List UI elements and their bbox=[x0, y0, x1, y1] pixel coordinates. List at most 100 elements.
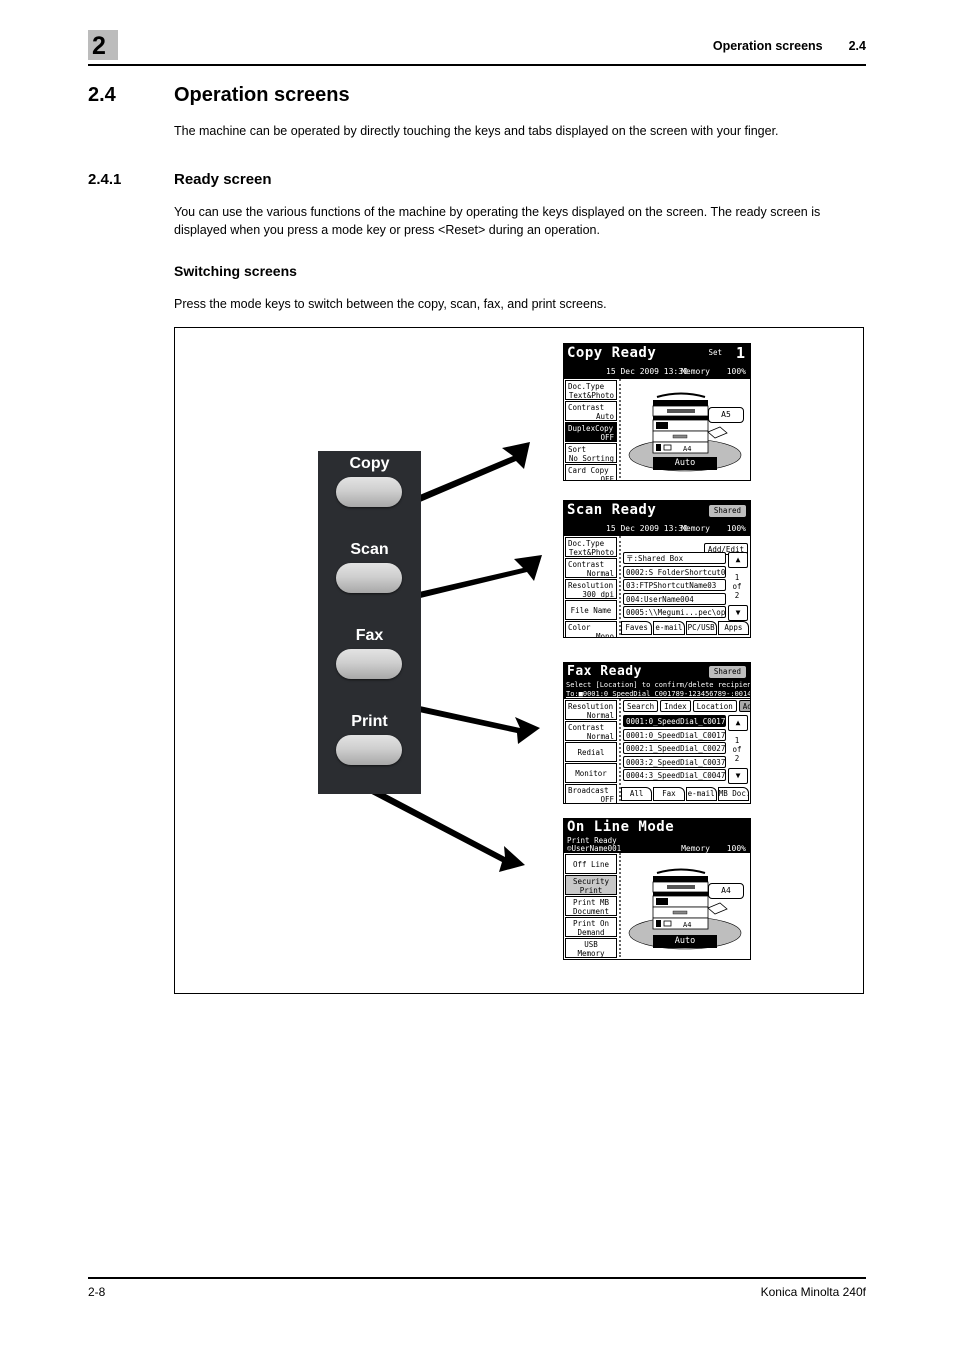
mode-key-fax[interactable] bbox=[336, 649, 402, 679]
scan-body: Doc.Type Text&Photo Contrast Normal Reso… bbox=[564, 536, 750, 637]
tab-mb-doc[interactable]: MB Doc. bbox=[717, 787, 749, 801]
print-security-line1: Security bbox=[572, 877, 610, 886]
header-divider bbox=[88, 64, 866, 66]
svg-text:A4: A4 bbox=[683, 921, 691, 929]
mode-key-label-print: Print bbox=[351, 713, 388, 730]
copy-doctype-value: Text&Photo bbox=[568, 391, 614, 400]
copy-datetime: 15 Dec 2009 13:30 bbox=[606, 367, 688, 376]
scan-side-button-color[interactable]: Color Mono bbox=[565, 621, 617, 637]
print-auto-button[interactable]: Auto bbox=[653, 935, 717, 948]
fax-side-button-contrast[interactable]: Contrast Normal bbox=[565, 721, 617, 741]
fax-add-edit-button[interactable]: Add/Edit bbox=[738, 700, 750, 712]
table-row[interactable]: 0004:3_SpeedDial_C004789- bbox=[623, 769, 726, 781]
table-row[interactable]: 0003:2_SpeedDial_C003789- bbox=[623, 755, 726, 768]
print-side-button-print-on-demand[interactable]: Print On Demand bbox=[565, 917, 617, 937]
copy-side-button-sort[interactable]: Sort No Sorting bbox=[565, 443, 617, 463]
print-security-line2: Print bbox=[579, 886, 603, 895]
print-side-button-usb-memory[interactable]: USB Memory bbox=[565, 938, 617, 958]
table-row[interactable]: 0001:0_SpeedDial_C001789- bbox=[623, 728, 726, 741]
scan-side-button-filename[interactable]: File Name bbox=[565, 600, 617, 620]
print-side-button-security-print[interactable]: Security Print bbox=[565, 875, 617, 895]
copy-side-button-duplexcopy[interactable]: DuplexCopy OFF bbox=[565, 422, 617, 442]
mode-key-print[interactable] bbox=[336, 735, 402, 765]
fax-location-button[interactable]: Location bbox=[692, 700, 737, 712]
tab-all[interactable]: All bbox=[621, 787, 653, 801]
copy-side-button-doctype[interactable]: Doc.Type Text&Photo bbox=[565, 380, 617, 400]
mode-key-copy[interactable] bbox=[336, 477, 402, 507]
copy-auto-button[interactable]: Auto bbox=[653, 457, 717, 470]
copy-paper-tag[interactable]: A5 bbox=[708, 407, 744, 423]
fax-index-button[interactable]: Index bbox=[660, 700, 691, 712]
scan-contrast-label: Contrast bbox=[568, 560, 605, 569]
tab-pc-usb[interactable]: PC/USB bbox=[685, 621, 717, 635]
scan-doctype-value: Text&Photo bbox=[568, 548, 614, 557]
copy-sort-label: Sort bbox=[568, 445, 587, 454]
list-item[interactable]: 03:FTPShortcutName03 bbox=[623, 579, 726, 591]
print-side-panel: Off Line Security Print Print MB Documen… bbox=[564, 853, 621, 958]
copy-memory-label: Memory bbox=[681, 367, 710, 376]
table-row[interactable]: 0001:0_SpeedDial_C001789- bbox=[623, 715, 726, 727]
scan-side-button-resolution[interactable]: Resolution 300 dpi bbox=[565, 579, 617, 599]
fax-side-button-broadcast[interactable]: Broadcast OFF bbox=[565, 784, 617, 803]
scan-side-button-doctype[interactable]: Doc.Type Text&Photo bbox=[565, 537, 617, 557]
tab-fax[interactable]: Fax bbox=[653, 787, 685, 801]
scan-page-indicator: 1 of 2 bbox=[728, 573, 746, 600]
section-number-2-4-1: 2.4.1 bbox=[88, 171, 122, 188]
list-item[interactable]: 004:UserName004 bbox=[623, 592, 726, 605]
print-side-button-print-mb-document[interactable]: Print MB Document bbox=[565, 896, 617, 916]
header-section-title: Operation screens bbox=[712, 39, 823, 53]
copy-duplex-label: DuplexCopy bbox=[568, 424, 614, 433]
scroll-down-icon[interactable]: ▼ bbox=[728, 768, 748, 784]
fax-side-button-redial[interactable]: Redial bbox=[565, 742, 617, 762]
copy-cardcopy-value: OFF bbox=[600, 475, 614, 481]
fax-side-button-resolution[interactable]: Resolution Normal bbox=[565, 700, 617, 720]
print-demand-line2: Demand bbox=[577, 928, 605, 937]
fax-screen-title: Fax Ready bbox=[567, 664, 642, 679]
fax-search-button[interactable]: Search bbox=[623, 700, 659, 712]
lcd-copy-ready: Copy Ready Set 1 15 Dec 2009 13:30 Memor… bbox=[563, 343, 751, 481]
footer-product-name: Konica Minolta 240f bbox=[760, 1285, 866, 1299]
fax-shared-badge[interactable]: Shared bbox=[707, 665, 747, 679]
copy-side-button-cardcopy[interactable]: Card Copy OFF bbox=[565, 464, 617, 481]
intro-paragraph: The machine can be operated by directly … bbox=[174, 124, 779, 138]
print-body: Off Line Security Print Print MB Documen… bbox=[564, 853, 750, 958]
print-side-button-offline[interactable]: Off Line bbox=[565, 854, 617, 874]
scroll-up-icon[interactable]: ▲ bbox=[728, 715, 748, 731]
copy-side-button-contrast[interactable]: Contrast Auto bbox=[565, 401, 617, 421]
tab-faves[interactable]: Faves bbox=[621, 621, 653, 635]
fax-side-button-monitor[interactable]: Monitor bbox=[565, 763, 617, 783]
copy-memory-value: 100% bbox=[726, 367, 746, 376]
copy-status-bar: 15 Dec 2009 13:30 Memory 100% bbox=[564, 366, 750, 379]
lcd-online-mode: On Line Mode Print Ready ☺UserName001 Me… bbox=[563, 818, 751, 960]
copy-doctype-label: Doc.Type bbox=[568, 382, 605, 391]
page-title: Operation screens bbox=[174, 84, 350, 106]
scroll-up-icon[interactable]: ▲ bbox=[728, 552, 748, 568]
print-screen-title: On Line Mode bbox=[567, 819, 675, 835]
figure-switching-screens: Copy Scan Fax Print Copy Ready Set 1 15 … bbox=[174, 327, 864, 994]
scan-side-button-contrast[interactable]: Contrast Normal bbox=[565, 558, 617, 578]
print-usb-line2: Memory bbox=[577, 949, 605, 958]
list-item[interactable]: 0002:S FolderShortcut02 bbox=[623, 565, 726, 578]
tab-email[interactable]: e-mail bbox=[685, 787, 717, 801]
tab-email[interactable]: e-mail bbox=[653, 621, 685, 635]
scan-destination-list: 〒:Shared Box 0002:S FolderShortcut02 03:… bbox=[623, 552, 726, 620]
mode-key-scan[interactable] bbox=[336, 563, 402, 593]
list-item[interactable]: 0005:\\Megumi...pec\opr\Lo bbox=[623, 606, 726, 618]
switching-screens-paragraph: Press the mode keys to switch between th… bbox=[174, 297, 607, 311]
figure-arrows bbox=[362, 442, 542, 872]
scan-resolution-label: Resolution bbox=[568, 581, 614, 590]
lcd-scan-ready: Scan Ready Shared 15 Dec 2009 13:30 Memo… bbox=[563, 500, 751, 638]
scroll-down-icon[interactable]: ▼ bbox=[728, 605, 748, 621]
fax-instruction-line: Select [Location] to confirm/delete reci… bbox=[564, 681, 750, 690]
page-header: 2 Operation screens 2.4 bbox=[88, 30, 866, 64]
scan-color-label: Color bbox=[568, 623, 591, 632]
print-paper-tag[interactable]: A4 bbox=[708, 883, 744, 899]
mode-key-label-scan: Scan bbox=[350, 541, 389, 558]
tab-apps[interactable]: Apps bbox=[717, 621, 749, 635]
table-row[interactable]: 0002:1_SpeedDial_C002789- bbox=[623, 742, 726, 754]
svg-text:A4: A4 bbox=[683, 445, 691, 453]
copy-contrast-label: Contrast bbox=[568, 403, 605, 412]
scan-shared-badge[interactable]: Shared bbox=[707, 504, 747, 518]
copy-body: Doc.Type Text&Photo Contrast Auto Duplex… bbox=[564, 379, 750, 481]
list-item[interactable]: 〒:Shared Box bbox=[623, 552, 726, 564]
